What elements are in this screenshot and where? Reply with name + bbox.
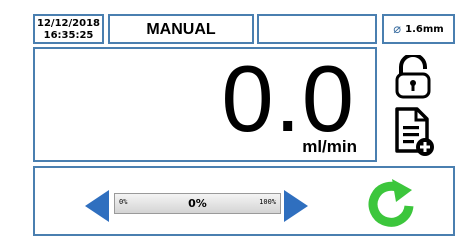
flow-rate-unit: ml/min xyxy=(302,137,357,156)
date-text: 12/12/2018 xyxy=(37,18,100,29)
mode-button[interactable]: MANUAL xyxy=(108,14,254,44)
diameter-icon: ⌀ xyxy=(393,21,402,37)
unlocked-padlock-icon[interactable] xyxy=(393,55,433,99)
status-field xyxy=(257,14,377,44)
flow-rate-value: 0.0 xyxy=(221,46,355,151)
add-document-icon[interactable] xyxy=(393,107,435,157)
mode-label: MANUAL xyxy=(146,21,216,38)
speed-value: 0% xyxy=(188,197,207,210)
datetime-display: 12/12/2018 16:35:25 xyxy=(33,14,104,44)
tubing-size-label: 1.6mm xyxy=(405,23,444,35)
flow-rate-display: 0.0 ml/min xyxy=(33,47,377,162)
tubing-size-button[interactable]: ⌀ 1.6mm xyxy=(382,14,455,44)
increase-speed-button[interactable] xyxy=(284,190,308,222)
restart-icon[interactable] xyxy=(366,176,416,230)
speed-slider[interactable]: 0% 0% 100% xyxy=(114,193,281,214)
speed-max-label: 100% xyxy=(259,198,276,206)
decrease-speed-button[interactable] xyxy=(85,190,109,222)
time-text: 16:35:25 xyxy=(43,30,94,41)
